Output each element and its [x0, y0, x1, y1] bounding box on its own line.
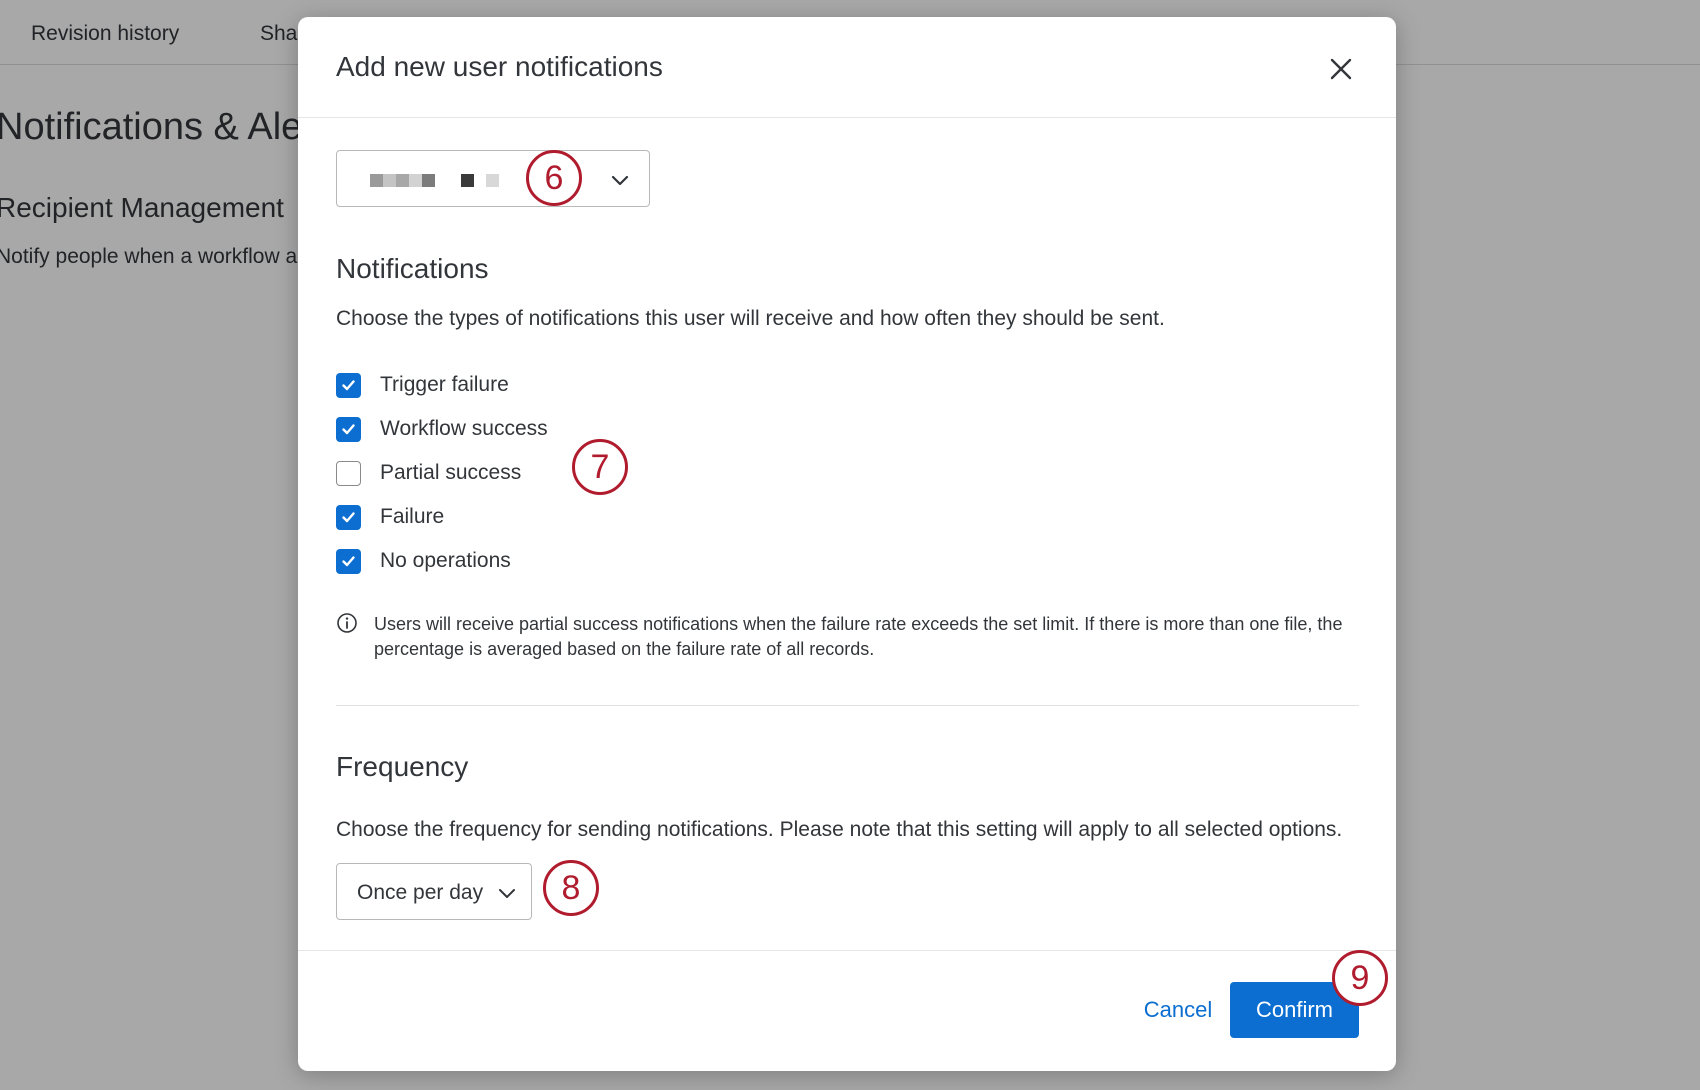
callout-9: 9	[1332, 950, 1388, 1006]
chevron-down-icon	[611, 175, 629, 186]
callout-8: 8	[543, 860, 599, 916]
checkbox-label: Failure	[380, 505, 445, 528]
checkbox[interactable]	[336, 416, 361, 442]
checkbox-failure[interactable]: Failure	[336, 502, 444, 532]
redacted-user-name	[461, 174, 474, 187]
checkbox[interactable]	[336, 504, 361, 530]
modal-footer-divider	[298, 950, 1396, 951]
redacted-user-name	[409, 174, 422, 187]
checkbox[interactable]	[336, 548, 361, 574]
checkbox-trigger-failure[interactable]: Trigger failure	[336, 370, 509, 400]
checkbox-label: Partial success	[380, 461, 522, 484]
frequency-heading: Frequency	[336, 751, 469, 782]
chevron-down-icon	[499, 889, 515, 898]
redacted-user-name	[383, 174, 396, 187]
checkbox-label: Workflow success	[380, 417, 548, 440]
checkmark-icon	[342, 555, 355, 566]
frequency-selected-value: Once per day	[357, 881, 484, 904]
checkbox-label: Trigger failure	[380, 373, 509, 396]
modal-title: Add new user notifications	[336, 51, 663, 82]
modal-header: Add new user notifications	[298, 17, 1396, 118]
partial-success-info: Users will receive partial success notif…	[374, 614, 1343, 659]
divider	[336, 705, 1359, 706]
callout-6: 6	[526, 150, 582, 206]
redacted-user-name	[396, 174, 409, 187]
info-icon	[337, 613, 357, 633]
checkbox-no-operations[interactable]: No operations	[336, 546, 511, 576]
redacted-user-name	[422, 174, 435, 187]
checkmark-icon	[342, 511, 355, 522]
close-icon[interactable]	[1323, 51, 1359, 87]
add-user-notifications-dialog: Add new user notifications Notifications…	[298, 17, 1396, 1071]
checkbox-workflow-success[interactable]: Workflow success	[336, 414, 548, 444]
cancel-button[interactable]: Cancel	[1118, 982, 1238, 1038]
redacted-user-name	[370, 174, 383, 187]
checkbox[interactable]	[336, 460, 361, 486]
frequency-description: Choose the frequency for sending notific…	[336, 818, 1343, 841]
checkbox-label: No operations	[380, 549, 511, 572]
checkbox-partial-success[interactable]: Partial success	[336, 458, 521, 488]
checkmark-icon	[342, 423, 355, 434]
redacted-user-name	[486, 174, 499, 187]
notifications-description: Choose the types of notifications this u…	[336, 307, 1165, 330]
user-select-dropdown[interactable]	[336, 150, 650, 207]
checkmark-icon	[342, 379, 355, 390]
notifications-heading: Notifications	[336, 253, 489, 284]
callout-7: 7	[572, 439, 628, 495]
checkbox[interactable]	[336, 372, 361, 398]
frequency-select[interactable]: Once per day	[336, 863, 532, 920]
